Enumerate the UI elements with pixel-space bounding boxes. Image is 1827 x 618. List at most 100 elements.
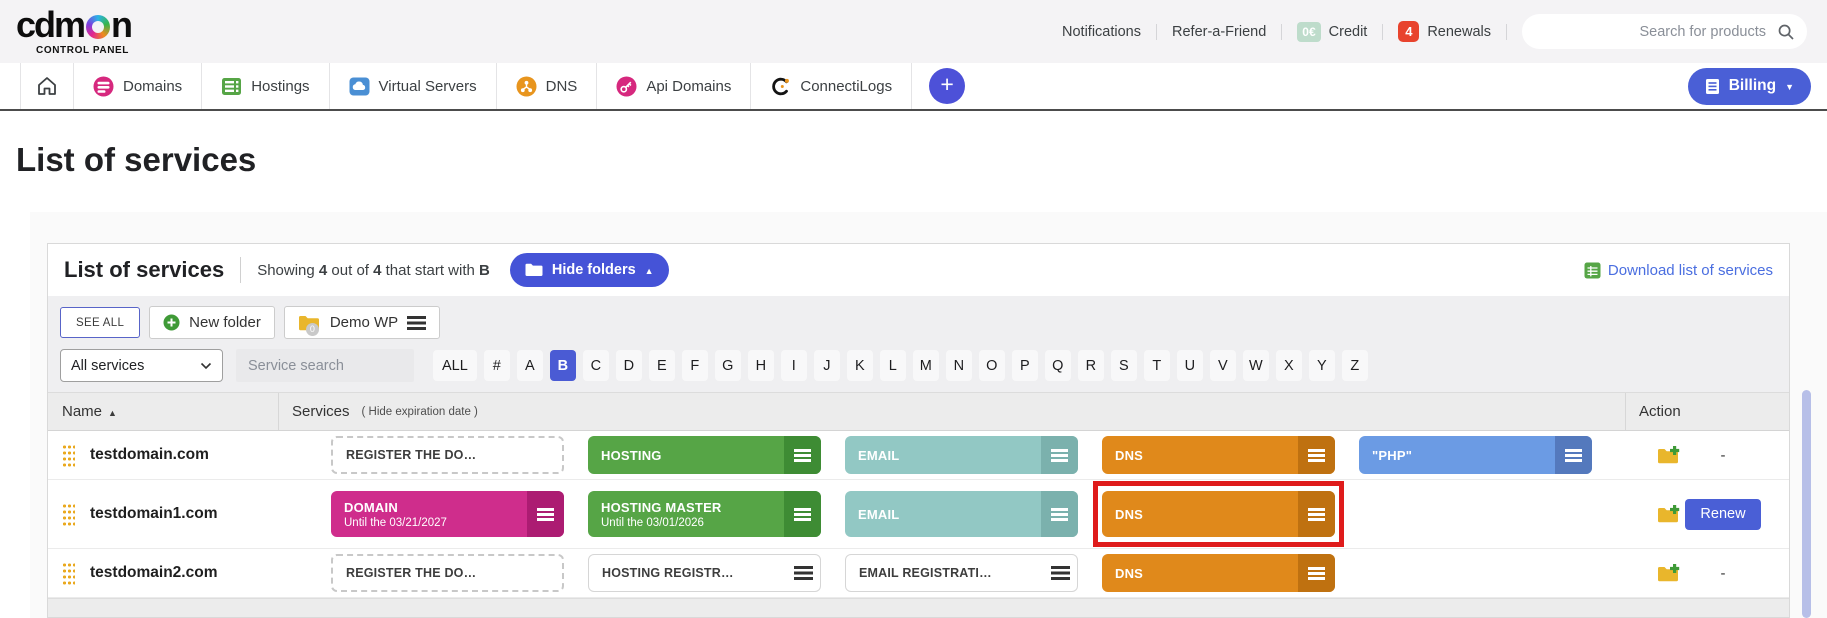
folder-plus-icon[interactable]: [1657, 446, 1680, 465]
letter-filter-z[interactable]: Z: [1342, 350, 1368, 381]
badge-menu-icon[interactable]: [1298, 554, 1335, 592]
service-badge-register-the-do[interactable]: REGISTER THE DO…: [331, 436, 564, 474]
badge-menu-icon[interactable]: [784, 491, 821, 537]
domain-name[interactable]: testdomain.com: [90, 446, 278, 464]
notifications-link[interactable]: Notifications: [1062, 24, 1141, 40]
letter-filter-v[interactable]: V: [1210, 350, 1236, 381]
letter-filter-w[interactable]: W: [1243, 350, 1269, 381]
letter-filter-x[interactable]: X: [1276, 350, 1302, 381]
badge-menu-icon[interactable]: [1043, 555, 1077, 591]
folder-plus-icon[interactable]: [1657, 564, 1680, 583]
refer-a-friend-link[interactable]: Refer-a-Friend: [1172, 24, 1266, 40]
download-services-link[interactable]: Download list of services: [1584, 262, 1773, 279]
drag-handle-icon[interactable]: [62, 561, 75, 585]
service-badge-dns[interactable]: DNS: [1102, 491, 1335, 537]
new-folder-button[interactable]: New folder: [149, 306, 275, 339]
see-all-button[interactable]: SEE ALL: [60, 307, 140, 338]
tab-home[interactable]: [20, 63, 74, 109]
letter-filter-t[interactable]: T: [1144, 350, 1170, 381]
tab-api-domains[interactable]: Api Domains: [597, 63, 751, 109]
domain-name[interactable]: testdomain1.com: [90, 505, 278, 523]
letter-filter-i[interactable]: I: [781, 350, 807, 381]
badge-menu-icon[interactable]: [1041, 491, 1078, 537]
letter-filter-r[interactable]: R: [1078, 350, 1104, 381]
renew-button[interactable]: Renew: [1685, 499, 1760, 530]
folder-name-label: Demo WP: [330, 314, 398, 331]
service-type-select[interactable]: All services: [60, 349, 223, 382]
letter-filter-n[interactable]: N: [946, 350, 972, 381]
service-badge-domain[interactable]: DOMAINUntil the 03/21/2027: [331, 491, 564, 537]
badge-menu-icon[interactable]: [1298, 491, 1335, 537]
letter-filter-s[interactable]: S: [1111, 350, 1137, 381]
letter-filter-l[interactable]: L: [880, 350, 906, 381]
service-badge-php[interactable]: "PHP": [1359, 436, 1592, 474]
drag-handle-icon[interactable]: [62, 443, 75, 467]
domain-name[interactable]: testdomain2.com: [90, 564, 278, 582]
letter-filter-p[interactable]: P: [1012, 350, 1038, 381]
service-badge-hosting[interactable]: HOSTING: [588, 436, 821, 474]
scrollbar-thumb[interactable]: [1802, 390, 1811, 618]
letter-filter-o[interactable]: O: [979, 350, 1005, 381]
search-icon[interactable]: [1777, 23, 1795, 41]
letter-filter-k[interactable]: K: [847, 350, 873, 381]
badge-menu-icon[interactable]: [527, 491, 564, 537]
divider: [1281, 24, 1282, 40]
letter-filter-all[interactable]: ALL: [433, 350, 477, 381]
service-badge-dns[interactable]: DNS: [1102, 436, 1335, 474]
badge-wrap: REGISTER THE DO…: [331, 554, 564, 592]
action-cell: -: [1639, 564, 1789, 583]
logo[interactable]: cdm n CONTROL PANEL: [16, 7, 131, 56]
hide-expiration-toggle[interactable]: ( Hide expiration date ): [362, 406, 478, 418]
letter-filter-e[interactable]: E: [649, 350, 675, 381]
select-value: All services: [71, 358, 144, 374]
service-badge-email[interactable]: EMAIL: [845, 436, 1078, 474]
letter-filter-j[interactable]: J: [814, 350, 840, 381]
badge-menu-icon[interactable]: [1298, 436, 1335, 474]
credit-link[interactable]: 0€ Credit: [1297, 22, 1367, 42]
tab-virtual-servers[interactable]: Virtual Servers: [330, 63, 497, 109]
badge-text: HOSTING REGISTR…: [589, 555, 786, 591]
badge-label: REGISTER THE DO…: [346, 566, 549, 580]
column-name[interactable]: Name: [62, 393, 278, 430]
add-service-button[interactable]: [929, 68, 965, 104]
service-badge-email[interactable]: EMAIL: [845, 491, 1078, 537]
badge-menu-icon[interactable]: [1041, 436, 1078, 474]
folder-demo-wp-button[interactable]: 0 Demo WP: [284, 306, 440, 339]
chevron-down-icon: [200, 362, 212, 370]
service-badge-email-registrati[interactable]: EMAIL REGISTRATI…: [845, 554, 1078, 592]
letter-filter-[interactable]: #: [484, 350, 510, 381]
letter-filter-f[interactable]: F: [682, 350, 708, 381]
tab-hostings[interactable]: Hostings: [202, 63, 329, 109]
letter-filter-c[interactable]: C: [583, 350, 609, 381]
top-header: cdm n CONTROL PANEL Notifications Refer-…: [0, 0, 1827, 63]
letter-filter-d[interactable]: D: [616, 350, 642, 381]
tab-domains[interactable]: Domains: [74, 63, 202, 109]
badge-menu-icon[interactable]: [784, 436, 821, 474]
service-search-input[interactable]: [246, 357, 437, 375]
product-search-input[interactable]: [1538, 23, 1768, 41]
tab-dns[interactable]: DNS: [497, 63, 598, 109]
letter-filter-b[interactable]: B: [550, 350, 576, 381]
letter-filter-g[interactable]: G: [715, 350, 741, 381]
virtual-servers-icon: [349, 76, 370, 97]
drag-handle-icon[interactable]: [62, 502, 75, 526]
letter-filter-u[interactable]: U: [1177, 350, 1203, 381]
billing-button[interactable]: Billing: [1688, 68, 1811, 105]
badge-menu-icon[interactable]: [786, 555, 820, 591]
tab-connectilogs[interactable]: ConnectiLogs: [751, 63, 912, 109]
service-badge-dns[interactable]: DNS: [1102, 554, 1335, 592]
folder-plus-icon[interactable]: [1657, 505, 1680, 524]
service-badge-register-the-do[interactable]: REGISTER THE DO…: [331, 554, 564, 592]
hide-folders-button[interactable]: Hide folders: [510, 253, 669, 287]
letter-filter-y[interactable]: Y: [1309, 350, 1335, 381]
letter-filter-m[interactable]: M: [913, 350, 939, 381]
letter-filter-h[interactable]: H: [748, 350, 774, 381]
folder-menu-icon[interactable]: [407, 316, 426, 330]
letter-filter-q[interactable]: Q: [1045, 350, 1071, 381]
badge-menu-icon[interactable]: [1555, 436, 1592, 474]
service-badge-hosting-registr[interactable]: HOSTING REGISTR…: [588, 554, 821, 592]
letter-filter-a[interactable]: A: [517, 350, 543, 381]
panel-header: List of services Showing 4 out of 4 that…: [48, 244, 1789, 296]
renewals-link[interactable]: 4 Renewals: [1398, 21, 1491, 42]
service-badge-hosting-master[interactable]: HOSTING MASTERUntil the 03/01/2026: [588, 491, 821, 537]
